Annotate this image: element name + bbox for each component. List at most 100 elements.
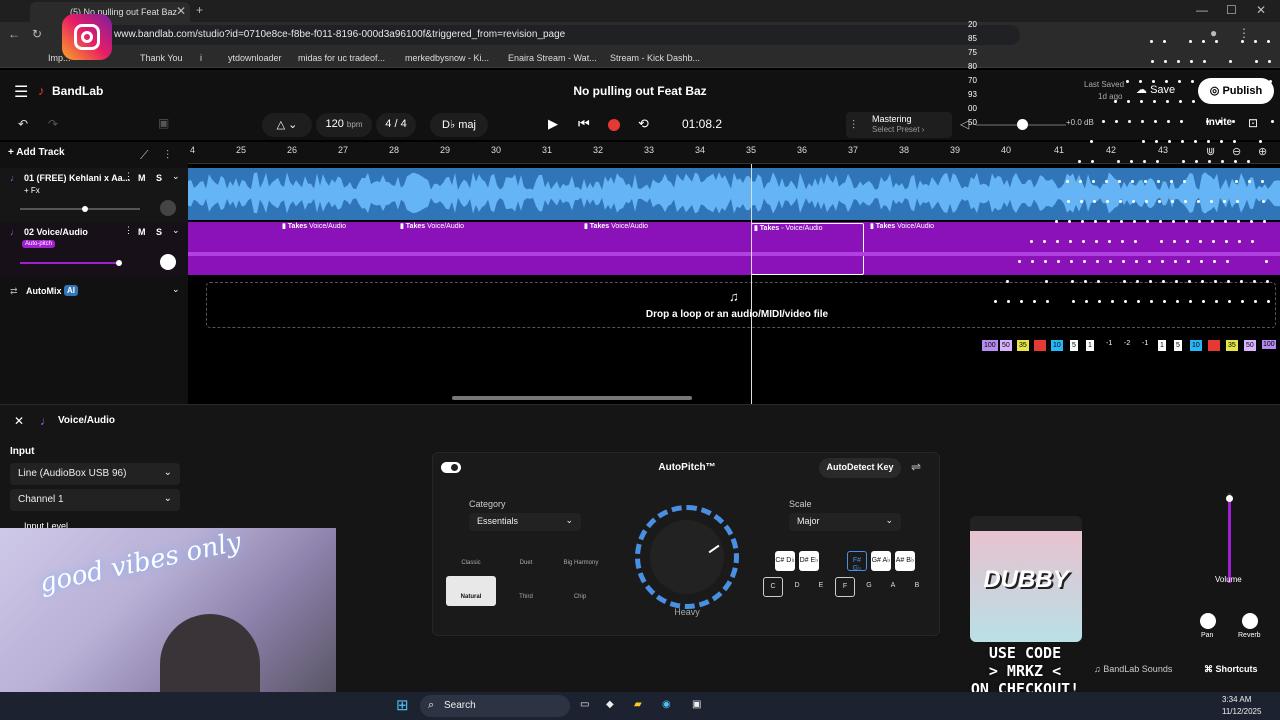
mastering-button[interactable]: ⫶ Mastering Select Preset › <box>846 112 952 138</box>
volume-slider[interactable] <box>1226 493 1233 583</box>
category-select[interactable]: Essentials ⌄ <box>469 513 581 531</box>
save-button[interactable]: ☁ Save <box>1136 83 1175 96</box>
reverb-knob[interactable] <box>1242 613 1258 629</box>
reload-icon[interactable]: ↻ <box>32 27 42 41</box>
style-big-harmony[interactable]: Big Harmony <box>555 542 607 572</box>
track-name[interactable]: 02 Voice/Audio <box>24 227 88 237</box>
track-lane-2[interactable]: ▮ Takes Voice/Audio ▮ Takes Voice/Audio … <box>188 222 1280 275</box>
redo-icon[interactable]: ↷ <box>48 117 58 131</box>
tempo-field[interactable]: 120 bpm <box>316 113 372 137</box>
fx-button[interactable]: + Fx <box>24 186 40 195</box>
solo-button[interactable]: S <box>156 227 162 237</box>
key-b[interactable]: B <box>907 577 927 597</box>
profile-avatar-icon[interactable]: ● <box>1210 26 1217 40</box>
add-track-button[interactable]: + Add Track <box>8 147 65 158</box>
style-third[interactable]: Third <box>501 576 551 606</box>
bookmark-item[interactable]: midas for uc tradeof... <box>298 53 385 63</box>
undo-icon[interactable]: ↶ <box>18 117 28 131</box>
snap-icon[interactable]: ⋓ <box>1206 145 1215 158</box>
automix-row[interactable]: ⇄ AutoMix AI ⌄ <box>0 282 188 302</box>
key-c[interactable]: C <box>763 577 783 597</box>
wand-icon[interactable]: ⟋ <box>140 148 148 163</box>
solo-button[interactable]: S <box>156 173 162 183</box>
key-field[interactable]: D♭ maj <box>430 113 488 137</box>
mute-button[interactable]: M <box>138 173 146 183</box>
track-volume-slider[interactable] <box>20 206 140 212</box>
publish-button[interactable]: ◎ Publish <box>1198 78 1274 104</box>
horizontal-scrollbar[interactable] <box>452 396 692 400</box>
close-tab-icon[interactable]: ✕ <box>176 4 186 18</box>
time-signature-field[interactable]: 4 / 4 <box>376 113 416 137</box>
style-natural[interactable]: Natural <box>446 576 496 606</box>
metronome-button[interactable]: △ ⌄ <box>262 113 312 137</box>
minimize-icon[interactable]: — <box>1196 3 1208 17</box>
chevron-down-icon[interactable]: ⌄ <box>172 284 180 295</box>
url-field[interactable]: www.bandlab.com/studio?id=0710e8ce-f8be-… <box>100 25 1020 45</box>
clip-header[interactable]: ▮ Takes Voice/Audio <box>870 222 934 234</box>
track-menu-icon[interactable]: ⋮ <box>124 171 133 182</box>
drop-zone[interactable]: ♫ Drop a loop or an audio/MIDI/video fil… <box>206 282 1276 328</box>
key-a-sharp[interactable]: A# B♭ <box>895 551 915 571</box>
input-device-select[interactable]: Line (AudioBox USB 96) ⌄ <box>10 463 180 485</box>
track-name[interactable]: 01 (FREE) Kehlani x Aa... <box>24 173 130 183</box>
style-duet[interactable]: Duet <box>501 542 551 572</box>
mute-button[interactable]: M <box>138 227 146 237</box>
track-volume-slider[interactable] <box>20 260 122 266</box>
project-title[interactable]: No pulling out Feat Baz <box>540 84 740 98</box>
track-settings-icon[interactable]: ⫶ <box>166 148 169 163</box>
track-menu-icon[interactable]: ⋮ <box>124 225 133 236</box>
shortcuts-button[interactable]: ⌘ Shortcuts <box>1204 664 1258 675</box>
style-classic[interactable]: Classic <box>446 542 496 572</box>
cart-icon[interactable]: ⊡ <box>1248 116 1258 130</box>
back-icon[interactable]: ← <box>8 27 20 41</box>
key-a[interactable]: A <box>883 577 903 597</box>
new-tab-icon[interactable]: + <box>196 3 203 17</box>
bookmark-item[interactable]: merkedbysnow - Ki... <box>405 53 489 63</box>
timeline-ruler[interactable]: 4 25 26 27 28 29 30 31 32 33 34 35 36 37… <box>188 142 1280 164</box>
file-explorer-icon[interactable]: ▰ <box>634 699 642 710</box>
pan-knob[interactable] <box>160 200 176 216</box>
bookmark-item[interactable]: ytdownloader <box>228 53 282 63</box>
edge-icon[interactable]: ◉ <box>662 699 671 710</box>
key-g[interactable]: G <box>859 577 879 597</box>
autopitch-tag[interactable]: Auto-pitch <box>22 240 56 248</box>
pan-knob[interactable] <box>1200 613 1216 629</box>
maximize-icon[interactable]: ☐ <box>1226 3 1237 17</box>
track-lane-1[interactable] <box>188 168 1280 220</box>
bookmark-item[interactable]: i <box>200 53 202 63</box>
key-d-sharp[interactable]: D# E♭ <box>799 551 819 571</box>
amount-knob[interactable] <box>635 505 739 609</box>
clip-header[interactable]: ▮ Takes Voice/Audio <box>282 222 346 234</box>
close-panel-icon[interactable]: ✕ <box>14 414 24 428</box>
invite-button[interactable]: Invite <box>1206 117 1232 128</box>
zoom-in-icon[interactable]: ⊕ <box>1258 145 1267 158</box>
autodetect-key-button[interactable]: AutoDetect Key <box>819 458 901 478</box>
record-icon[interactable] <box>608 119 620 131</box>
playhead[interactable] <box>751 164 752 404</box>
teams-icon[interactable]: ◆ <box>606 699 614 710</box>
key-f-sharp[interactable]: F# G♭ <box>847 551 867 572</box>
selected-clip[interactable]: ▮ Takes ◦ Voice/Audio <box>751 223 864 275</box>
store-icon[interactable]: ▣ <box>692 699 701 710</box>
bookmark-item[interactable]: Enaira Stream - Wat... <box>508 53 597 63</box>
taskbar-search[interactable]: ⌕ Search <box>420 695 570 717</box>
task-view-icon[interactable]: ▭ <box>580 699 589 710</box>
plugin-settings-icon[interactable]: ⇌ <box>911 460 921 474</box>
zoom-out-icon[interactable]: ⊖ <box>1232 145 1241 158</box>
channel-select[interactable]: Channel 1 ⌄ <box>10 489 180 511</box>
key-e[interactable]: E <box>811 577 831 597</box>
menu-icon[interactable]: ⋮ <box>1238 26 1250 40</box>
close-window-icon[interactable]: ✕ <box>1256 3 1266 17</box>
clip-header[interactable]: ▮ Takes ◦ Voice/Audio <box>754 224 823 236</box>
windows-start-icon[interactable]: ⊞ <box>396 696 409 714</box>
hamburger-menu-icon[interactable]: ☰ <box>14 82 28 102</box>
scale-select[interactable]: Major ⌄ <box>789 513 901 531</box>
chevron-down-icon[interactable]: ⌄ <box>172 171 180 182</box>
key-d[interactable]: D <box>787 577 807 597</box>
loop-region-icon[interactable]: ▣ <box>158 116 169 130</box>
key-f[interactable]: F <box>835 577 855 597</box>
chevron-down-icon[interactable]: ⌄ <box>172 225 180 236</box>
master-volume-handle[interactable] <box>1017 119 1028 130</box>
key-g-sharp[interactable]: G# A♭ <box>871 551 891 571</box>
play-icon[interactable]: ▶ <box>548 116 558 132</box>
